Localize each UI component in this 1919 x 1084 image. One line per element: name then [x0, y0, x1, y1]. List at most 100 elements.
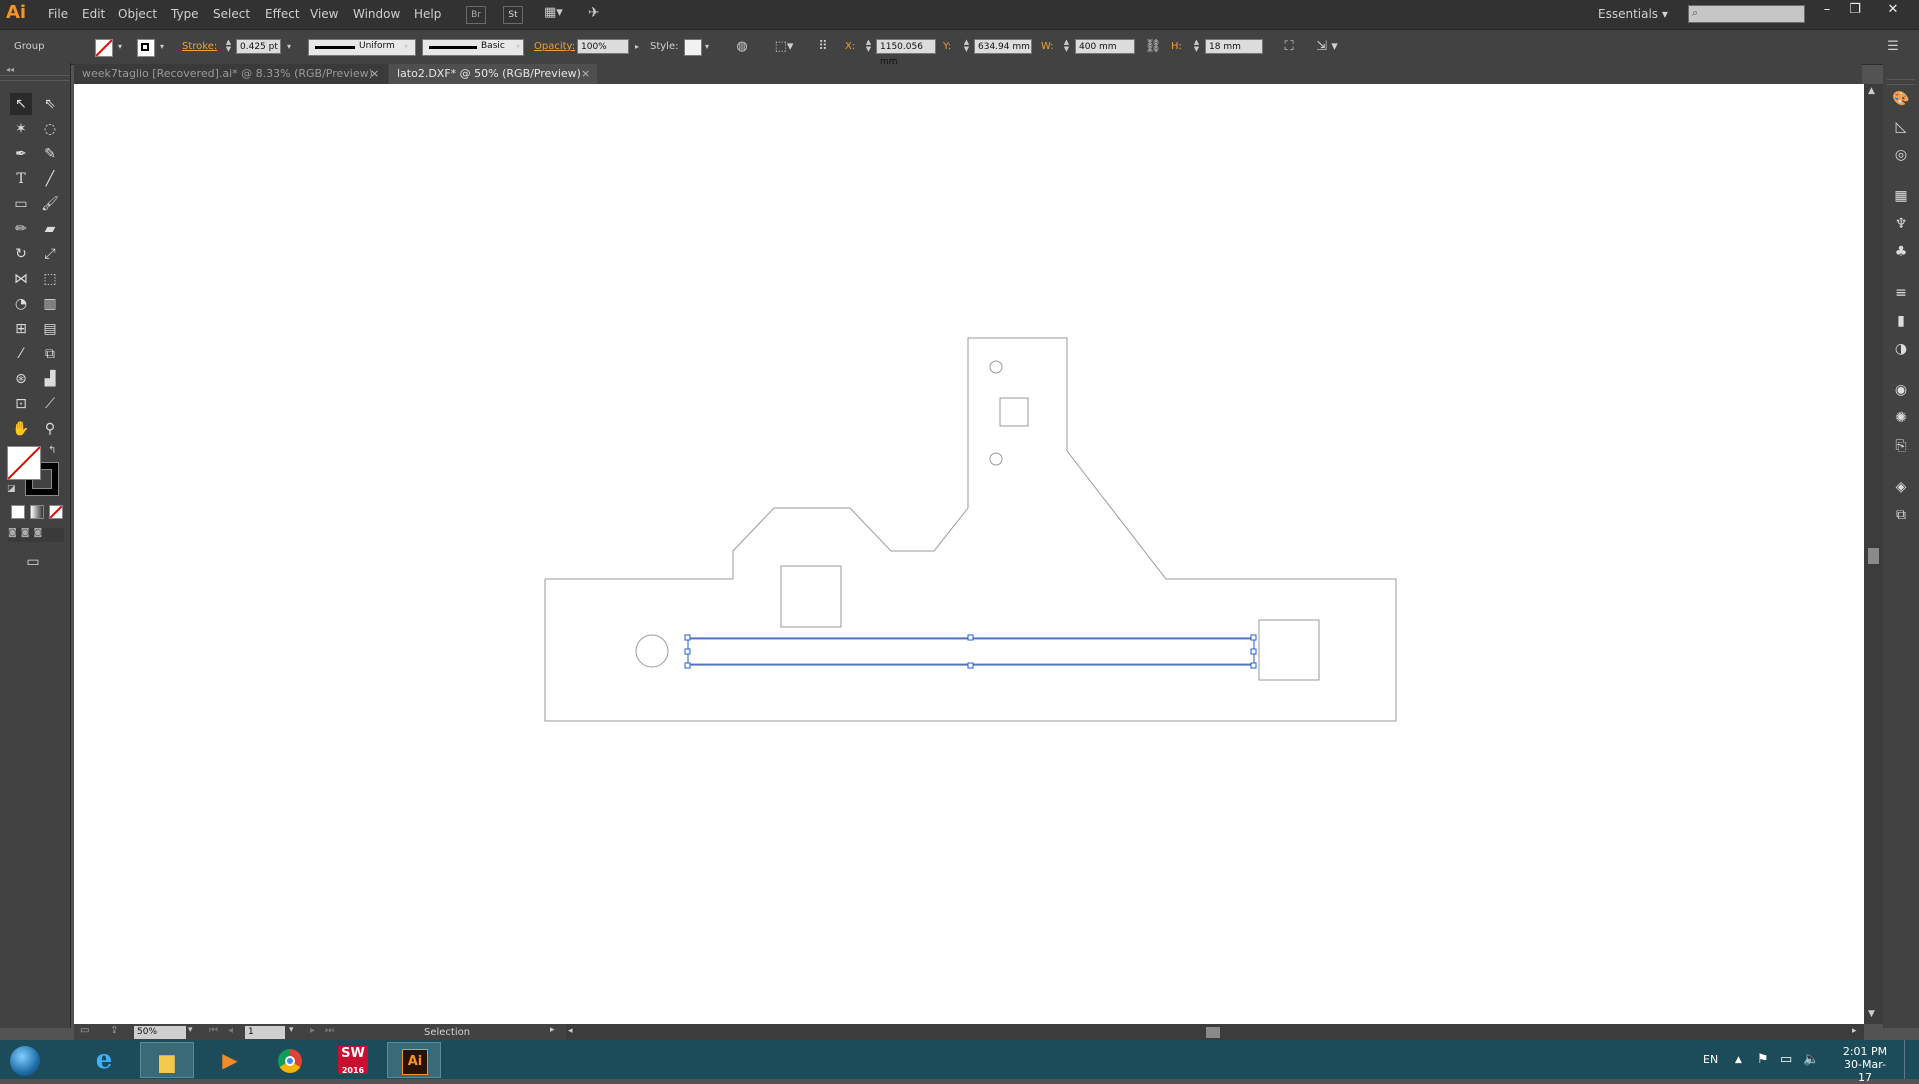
zoom-dropdown[interactable]: ▾ — [188, 1025, 193, 1035]
minimize-button[interactable]: – — [1816, 2, 1838, 22]
artboards-panel-icon[interactable]: ⧉ — [1890, 504, 1912, 526]
symbol-sprayer-tool-icon[interactable]: ⊛ — [10, 368, 32, 390]
scroll-right-icon[interactable]: ▸ — [1852, 1026, 1857, 1036]
vertical-scrollbar[interactable]: ▲ ▼ — [1864, 84, 1883, 1024]
volume-icon[interactable]: 🔈 — [1803, 1052, 1819, 1067]
brushes-icon[interactable]: ♆ — [1890, 213, 1912, 235]
perspective-grid-tool-icon[interactable]: ▥ — [39, 293, 61, 315]
y-stepper[interactable]: ▲ ▼ — [962, 39, 971, 54]
tab-week7taglio[interactable]: week7taglio [Recovered].ai* @ 8.33% (RGB… — [74, 64, 388, 84]
brush-definition[interactable]: Basic — [422, 39, 524, 56]
horizontal-scrollbar[interactable]: ◂ ▸ — [566, 1024, 1864, 1040]
align-to-icon[interactable]: ⬚▾ — [771, 38, 797, 56]
recolor-artwork-icon[interactable]: ◍ — [733, 38, 751, 56]
opacity-field[interactable]: 100% — [577, 39, 629, 54]
action-center-flag-icon[interactable]: ⚑ — [1757, 1052, 1769, 1067]
fill-color-box[interactable] — [7, 446, 41, 480]
artboard-dropdown[interactable]: ▾ — [289, 1025, 294, 1035]
screen-mode-icon[interactable]: ▭ — [22, 551, 44, 573]
last-artboard-icon[interactable]: ⏭ — [325, 1025, 334, 1036]
graphic-styles-icon[interactable]: ✺ — [1890, 407, 1912, 429]
none-mode-icon[interactable] — [49, 505, 63, 519]
w-field[interactable]: 400 mm — [1075, 39, 1135, 54]
pen-tool-icon[interactable]: ✒ — [10, 143, 32, 165]
artboard-canvas[interactable] — [74, 84, 1864, 1024]
color-panel-icon[interactable]: 🎨 — [1890, 88, 1912, 110]
y-field[interactable]: 634.94 mm — [974, 39, 1032, 54]
start-button[interactable] — [0, 1042, 52, 1078]
solidworks-icon[interactable]: SW 2016 — [326, 1042, 380, 1078]
color-guide-icon[interactable]: ◺ — [1890, 116, 1912, 138]
paintbrush-tool-icon[interactable]: 🖌 — [39, 193, 61, 215]
gradient-panel-icon[interactable]: ▮ — [1890, 310, 1912, 332]
mesh-tool-icon[interactable]: ⊞ — [10, 318, 32, 340]
h-field[interactable]: 18 mm — [1205, 39, 1263, 54]
asset-export-icon[interactable]: ⎘ — [1890, 435, 1912, 457]
reference-point-icon[interactable]: ⠿ — [814, 38, 832, 56]
menu-type[interactable]: Type — [171, 7, 199, 21]
slice-tool-icon[interactable]: ⟋ — [39, 393, 61, 415]
style-dropdown[interactable]: ▾ — [701, 39, 713, 54]
clock[interactable]: 2:01 PM 30-Mar-17 — [1840, 1045, 1890, 1084]
chrome-icon[interactable] — [264, 1042, 318, 1078]
layers-icon[interactable]: ◈ — [1890, 476, 1912, 498]
graphic-style-swatch[interactable] — [684, 39, 702, 56]
tab-lato2[interactable]: lato2.DXF* @ 50% (RGB/Preview) — [389, 64, 597, 84]
drawing-modes-icon[interactable]: ◙◙◙ — [8, 528, 64, 542]
opacity-label[interactable]: Opacity: — [534, 41, 575, 52]
stock-button[interactable]: St — [503, 6, 523, 24]
status-menu-icon[interactable]: ▸ — [550, 1025, 555, 1035]
arrange-documents-icon[interactable]: ▦▾ — [544, 5, 572, 23]
menu-effect[interactable]: Effect — [265, 7, 300, 21]
isolate-group-icon[interactable]: ⇲ ▾ — [1312, 38, 1342, 56]
language-indicator[interactable]: EN — [1703, 1053, 1718, 1066]
menu-object[interactable]: Object — [118, 7, 157, 21]
menu-file[interactable]: File — [48, 7, 68, 21]
panel-menu-icon[interactable]: ☰ — [1884, 38, 1902, 56]
status-icon-b[interactable]: ⇪ — [110, 1025, 118, 1036]
collapse-tools-icon[interactable]: ◂◂ — [6, 65, 14, 74]
default-fill-stroke-icon[interactable]: ◪ — [7, 484, 16, 494]
restore-button[interactable]: ❐ — [1844, 2, 1866, 22]
stroke-panel-icon[interactable]: ≡ — [1890, 282, 1912, 304]
rotate-tool-icon[interactable]: ↻ — [10, 243, 32, 265]
zoom-field[interactable]: 50% — [134, 1026, 186, 1039]
x-field[interactable]: 1150.056 mm — [876, 39, 936, 67]
blend-tool-icon[interactable]: ⧉ — [39, 343, 61, 365]
stroke-weight-field[interactable]: 0.425 pt — [236, 39, 281, 54]
opacity-dropdown[interactable]: ▸ — [631, 39, 643, 54]
stroke-dropdown[interactable]: ▾ — [156, 39, 168, 54]
hand-tool-icon[interactable]: ✋ — [10, 418, 32, 440]
illustrator-taskbar-icon[interactable]: Ai — [387, 1042, 441, 1078]
menu-view[interactable]: View — [310, 7, 338, 21]
width-tool-icon[interactable]: ⋈ — [10, 268, 32, 290]
network-icon[interactable]: ▭ — [1780, 1052, 1792, 1067]
tools-grip[interactable] — [0, 75, 70, 81]
internet-explorer-icon[interactable]: e — [77, 1042, 131, 1078]
status-icon-a[interactable]: ▭ — [80, 1025, 89, 1036]
gradient-tool-icon[interactable]: ▤ — [39, 318, 61, 340]
close-tab-icon[interactable]: × — [581, 64, 590, 84]
constrain-proportions-icon[interactable]: ⛓ — [1144, 38, 1162, 56]
scroll-up-icon[interactable]: ▲ — [1868, 86, 1875, 96]
menu-window[interactable]: Window — [353, 7, 400, 21]
x-stepper[interactable]: ▲ ▼ — [864, 39, 873, 54]
transform-icon[interactable]: ⛶ — [1280, 38, 1298, 56]
media-player-icon[interactable]: ▶ — [203, 1042, 257, 1078]
brush-dropdown[interactable]: ▾ — [512, 39, 524, 54]
rectangle-tool-icon[interactable]: ▭ — [10, 193, 32, 215]
column-graph-tool-icon[interactable]: ▟ — [39, 368, 61, 390]
menu-help[interactable]: Help — [414, 7, 441, 21]
pencil-tool-icon[interactable]: ✏ — [10, 218, 32, 240]
stroke-label[interactable]: Stroke: — [182, 41, 217, 52]
selection-tool-icon[interactable]: ↖ — [10, 93, 32, 115]
prev-artboard-icon[interactable]: ◂ — [228, 1025, 233, 1036]
zoom-tool-icon[interactable]: ⚲ — [39, 418, 61, 440]
dock-grip[interactable] — [1887, 79, 1915, 85]
swatches-icon[interactable]: ▦ — [1890, 185, 1912, 207]
line-segment-tool-icon[interactable]: ╱ — [39, 168, 61, 190]
free-transform-tool-icon[interactable]: ⬚ — [39, 268, 61, 290]
bridge-button[interactable]: Br — [466, 6, 486, 24]
transparency-icon[interactable]: ◑ — [1890, 338, 1912, 360]
symbols-icon[interactable]: ♣ — [1890, 241, 1912, 263]
